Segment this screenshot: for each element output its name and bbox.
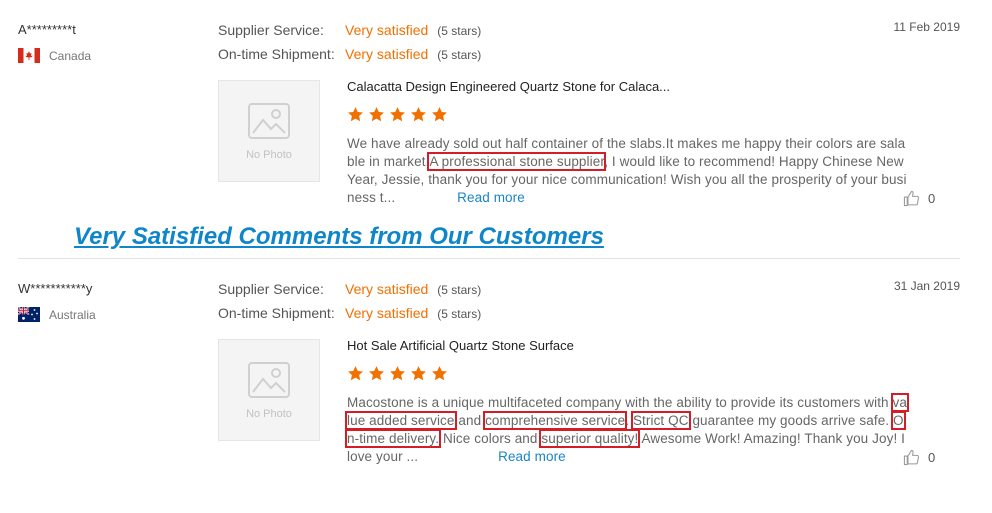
no-photo-text: No Photo — [246, 149, 292, 161]
read-more-link[interactable]: Read more — [457, 190, 525, 205]
star-icon — [348, 366, 363, 381]
ontime-shipment-value: Very satisfied — [345, 46, 429, 62]
product-title-link[interactable]: Calacatta Design Engineered Quartz Stone… — [347, 79, 670, 94]
supplier-service-value: Very satisfied — [345, 281, 429, 297]
ontime-shipment-label: On-time Shipment: — [218, 305, 335, 321]
reviewer-country: Australia — [18, 307, 96, 322]
review-date: 11 Feb 2019 — [893, 20, 961, 34]
star-icon — [348, 107, 363, 122]
country-name: Canada — [49, 48, 92, 63]
like-count: 0 — [928, 191, 936, 206]
comment-highlight: Strict QC — [630, 411, 691, 430]
no-photo-text: No Photo — [246, 408, 292, 420]
supplier-service-rating: Supplier Service: Very satisfied (5 star… — [218, 22, 481, 38]
supplier-service-rating: Supplier Service: Very satisfied (5 star… — [218, 281, 481, 297]
star-icon — [432, 107, 447, 122]
ontime-shipment-value: Very satisfied — [345, 305, 429, 321]
supplier-service-stars: (5 stars) — [437, 24, 482, 38]
supplier-service-label: Supplier Service: — [218, 281, 324, 297]
comment-highlight: A professional stone supplier — [427, 152, 607, 171]
canada-flag-icon — [18, 48, 40, 63]
ontime-shipment-label: On-time Shipment: — [218, 46, 335, 62]
reviewer-name: A*********t — [18, 22, 76, 37]
review-date: 31 Jan 2019 — [893, 279, 960, 293]
comment-text: . — [625, 413, 633, 428]
like-count: 0 — [928, 450, 936, 465]
divider — [18, 258, 960, 259]
ontime-shipment-stars: (5 stars) — [437, 48, 482, 62]
comment-highlight: superior quality! — [539, 429, 641, 448]
read-more-link[interactable]: Read more — [498, 449, 566, 464]
ontime-shipment-rating: On-time Shipment: Very satisfied (5 star… — [218, 46, 481, 62]
comment-text: Nice colors and — [439, 431, 542, 446]
country-name: Australia — [49, 307, 96, 322]
star-icon — [432, 366, 447, 381]
comment-text: guarantee my goods arrive safe. — [688, 413, 894, 428]
like-button[interactable]: 0 — [903, 449, 935, 466]
like-button[interactable]: 0 — [903, 190, 935, 207]
reviewer-country: Canada — [18, 48, 91, 63]
star-icon — [411, 366, 426, 381]
star-rating — [347, 106, 448, 123]
star-icon — [369, 107, 384, 122]
comment-highlight: comprehensive service — [483, 411, 628, 430]
product-thumbnail[interactable]: No Photo — [218, 339, 320, 441]
comment-text: and — [454, 413, 486, 428]
product-thumbnail[interactable]: No Photo — [218, 80, 320, 182]
star-icon — [390, 366, 405, 381]
image-placeholder-icon — [248, 103, 290, 139]
comment-text: Macostone is a unique multifaceted compa… — [347, 395, 893, 410]
australia-flag-icon — [18, 307, 40, 322]
product-title-link[interactable]: Hot Sale Artificial Quartz Stone Surface — [347, 338, 574, 353]
star-rating — [347, 365, 448, 382]
star-icon — [390, 107, 405, 122]
supplier-service-stars: (5 stars) — [437, 283, 482, 297]
star-icon — [411, 107, 426, 122]
supplier-service-label: Supplier Service: — [218, 22, 324, 38]
review-comment: Macostone is a unique multifaceted compa… — [345, 393, 909, 466]
supplier-service-value: Very satisfied — [345, 22, 429, 38]
star-icon — [369, 366, 384, 381]
review-comment: We have already sold out half container … — [347, 135, 907, 207]
thumbs-up-icon — [903, 449, 919, 466]
banner-heading: Very Satisfied Comments from Our Custome… — [74, 223, 604, 250]
ontime-shipment-rating: On-time Shipment: Very satisfied (5 star… — [218, 305, 481, 321]
image-placeholder-icon — [248, 362, 290, 398]
reviewer-name: W***********y — [18, 281, 93, 296]
ontime-shipment-stars: (5 stars) — [437, 307, 482, 321]
thumbs-up-icon — [903, 190, 919, 207]
